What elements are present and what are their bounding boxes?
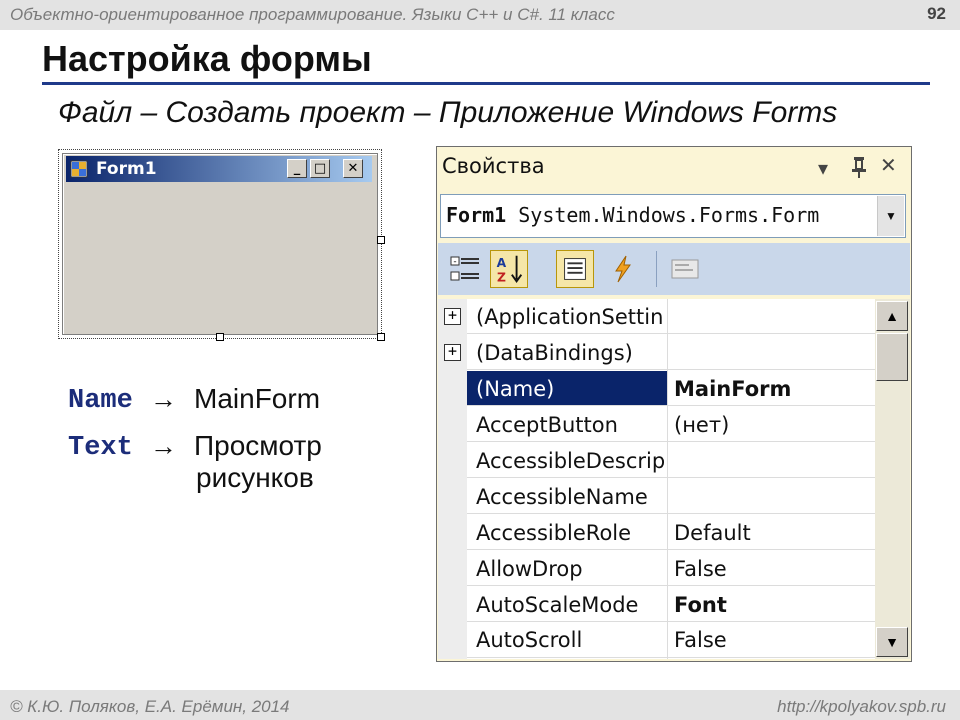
form-app-icon — [70, 160, 88, 178]
svg-text:-: - — [453, 257, 456, 267]
footer-url[interactable]: http://kpolyakov.spb.ru — [777, 697, 946, 717]
object-selector-text: Form1 System.Windows.Forms.Form — [446, 203, 819, 227]
maximize-button[interactable]: □ — [310, 159, 330, 178]
property-value[interactable]: MainForm — [674, 377, 791, 401]
properties-icon[interactable] — [556, 250, 594, 288]
scroll-up-button[interactable]: ▲ — [876, 301, 908, 331]
name-keyword: Name — [68, 386, 133, 416]
property-value[interactable]: False — [674, 557, 727, 581]
property-value[interactable]: Default — [674, 521, 751, 545]
panel-close-icon[interactable]: ✕ — [880, 153, 897, 177]
form-title-text: Form1 — [96, 159, 157, 179]
property-value[interactable]: (нет) — [674, 413, 729, 437]
resize-handle-bottom[interactable] — [216, 333, 224, 341]
minimize-button[interactable]: _ — [287, 159, 307, 178]
property-name: (ApplicationSetting — [476, 305, 664, 329]
svg-text:A: A — [497, 256, 507, 270]
property-name: AccessibleName — [476, 485, 648, 509]
pin-icon[interactable] — [849, 155, 869, 179]
scroll-down-button[interactable]: ▼ — [876, 627, 908, 657]
events-icon[interactable] — [604, 250, 642, 288]
name-arrow: → — [150, 384, 177, 414]
text-arrow: → — [150, 431, 177, 461]
chevron-down-icon[interactable]: ▼ — [877, 196, 904, 236]
slide-subtitle: Файл – Создать проект – Приложение Windo… — [58, 96, 838, 129]
property-name: AcceptButton — [476, 413, 618, 437]
property-name: AccessibleDescripti — [476, 449, 664, 473]
resize-handle-corner[interactable] — [377, 333, 385, 341]
property-value[interactable]: False — [674, 628, 727, 652]
svg-text:Z: Z — [497, 270, 506, 284]
resize-handle-right[interactable] — [377, 236, 385, 244]
property-name: AutoScaleMode — [476, 593, 639, 617]
page-number: 92 — [927, 4, 946, 23]
text-keyword: Text — [68, 433, 133, 463]
text-value-line2: рисунков — [196, 462, 314, 493]
object-name: Form1 — [446, 203, 507, 227]
property-name: AutoScroll — [476, 628, 583, 652]
alphabetical-icon[interactable]: A Z — [490, 250, 528, 288]
slide-title: Настройка формы — [42, 38, 372, 79]
close-button[interactable]: ✕ — [343, 159, 363, 178]
dropdown-icon[interactable]: ▾ — [818, 156, 828, 180]
property-name: (DataBindings) — [476, 341, 633, 365]
property-name: (Name) — [476, 377, 555, 401]
expand-icon[interactable]: + — [444, 308, 461, 325]
categorized-icon[interactable]: - — [446, 250, 484, 288]
property-value[interactable]: Font — [674, 593, 727, 617]
footer-authors: © К.Ю. Поляков, Е.А. Ерёмин, 2014 — [10, 697, 290, 716]
title-underline — [42, 82, 930, 85]
course-title: Объектно-ориентированное программировани… — [10, 5, 615, 24]
toolbar-separator — [656, 251, 657, 287]
property-name: AllowDrop — [476, 557, 583, 581]
object-type: System.Windows.Forms.Form — [518, 203, 820, 227]
text-value-line1: Просмотр — [194, 430, 322, 461]
property-pages-icon[interactable] — [666, 250, 704, 288]
expand-icon[interactable]: + — [444, 344, 461, 361]
scroll-thumb[interactable] — [876, 333, 908, 381]
name-value: MainForm — [194, 383, 321, 414]
property-name: AccessibleRole — [476, 521, 632, 545]
properties-title: Свойства — [442, 154, 545, 178]
